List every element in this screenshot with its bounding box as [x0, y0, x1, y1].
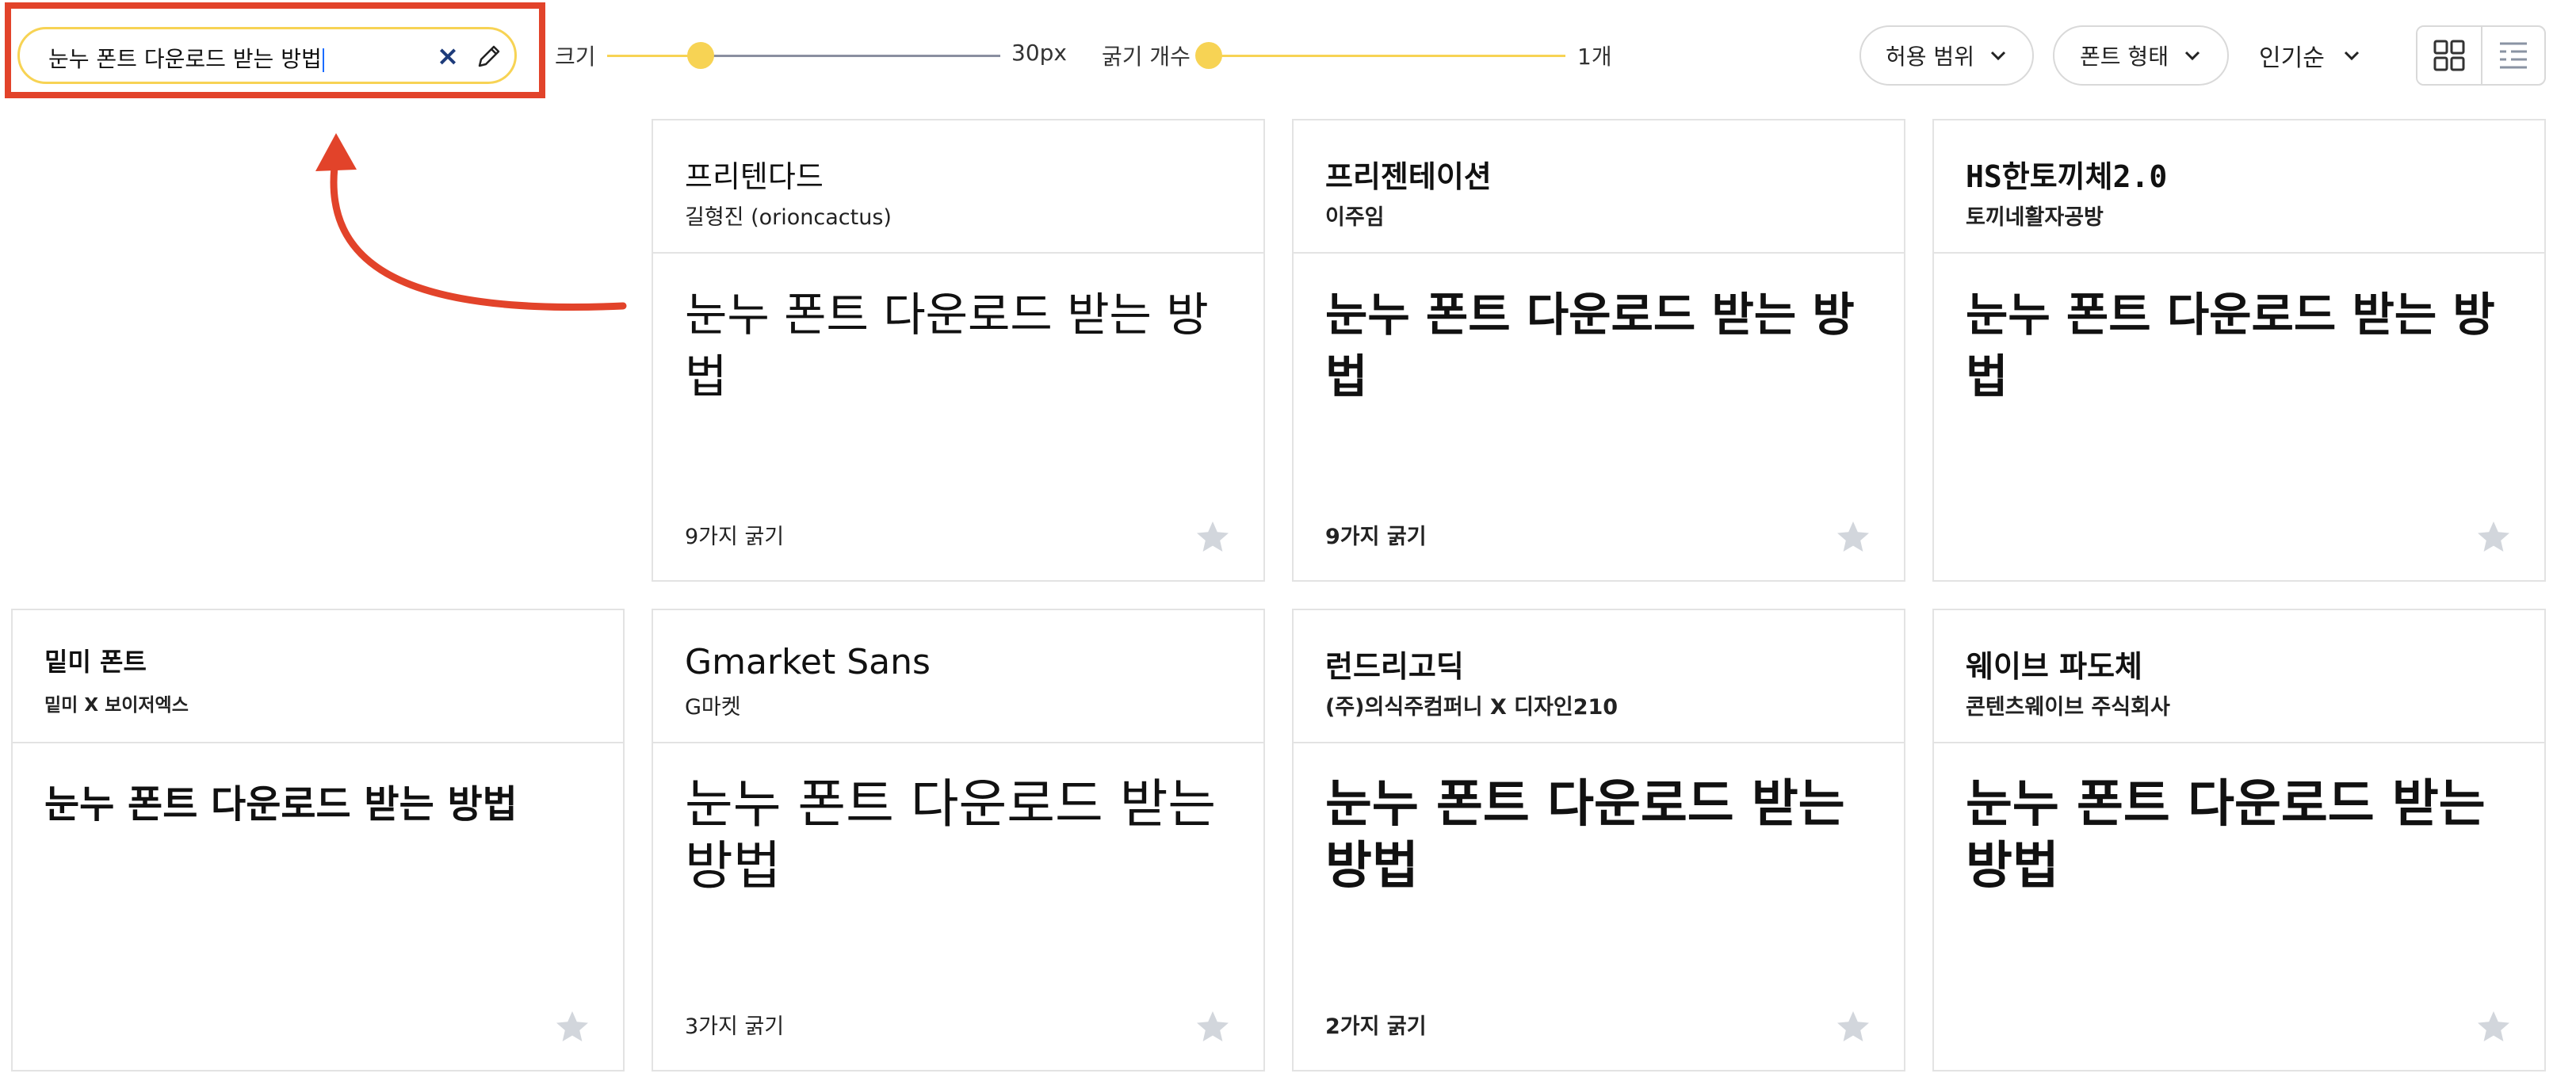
grid-view-icon	[2433, 40, 2465, 71]
weight-count: 9가지 굵기	[685, 525, 785, 549]
font-author: 길형진 (orioncactus)	[685, 205, 892, 230]
font-card[interactable]: 런드리고딕 (주)의식주컴퍼니 X 디자인210 눈누 폰트 다운로드 받는 방…	[1292, 609, 1905, 1071]
font-card[interactable]: Gmarket Sans G마켓 눈누 폰트 다운로드 받는 방법 3가지 굵기	[652, 609, 1265, 1071]
weight-count-value: 1개	[1577, 44, 1612, 70]
font-preview-text: 눈누 폰트 다운로드 받는 방법	[1966, 775, 2486, 896]
star-icon[interactable]	[1194, 518, 1232, 556]
sort-label: 인기순	[2259, 44, 2325, 72]
font-type-filter-label: 폰트 형태	[2080, 44, 2169, 70]
font-preview-text: 눈누 폰트 다운로드 받는 방법	[1325, 775, 1845, 896]
grid-view-button[interactable]	[2417, 27, 2481, 84]
star-icon[interactable]	[1834, 518, 1872, 556]
page: 눈누 폰트 다운로드 받는 방법 × 크기 30px 굵기 개수 1개 허용 범…	[0, 0, 2576, 1081]
star-icon[interactable]	[553, 1008, 591, 1046]
font-type-filter-dropdown[interactable]: 폰트 형태	[2053, 25, 2229, 86]
font-preview-text: 눈누 폰트 다운로드 받는 방법	[685, 288, 1209, 403]
size-value: 30px	[1011, 40, 1067, 66]
star-icon[interactable]	[2475, 1008, 2513, 1046]
card-header: 웨이브 파도체 콘텐츠웨이브 주식회사	[1934, 610, 2544, 743]
font-author: 밑미 X 보이저엑스	[44, 695, 189, 716]
star-icon[interactable]	[2475, 518, 2513, 556]
font-card[interactable]: 프리텐다드 길형진 (orioncactus) 눈누 폰트 다운로드 받는 방법…	[652, 119, 1265, 582]
font-author: 토끼네활자공방	[1966, 205, 2104, 230]
card-header: Gmarket Sans G마켓	[653, 610, 1263, 743]
font-card[interactable]: 웨이브 파도체 콘텐츠웨이브 주식회사 눈누 폰트 다운로드 받는 방법	[1932, 609, 2546, 1071]
weight-count: 3가지 굵기	[685, 1014, 785, 1039]
license-filter-label: 허용 범위	[1886, 44, 1974, 70]
font-author: (주)의식주컴퍼니 X 디자인210	[1325, 695, 1619, 720]
font-card[interactable]: 프리젠테이션 이주임 눈누 폰트 다운로드 받는 방법 9가지 굵기	[1292, 119, 1905, 582]
card-header: 런드리고딕 (주)의식주컴퍼니 X 디자인210	[1294, 610, 1904, 743]
font-author: G마켓	[685, 695, 741, 720]
font-preview-text: 눈누 폰트 다운로드 받는 방법	[1966, 288, 2495, 403]
chevron-down-icon	[1990, 51, 2006, 61]
chevron-down-icon	[2184, 51, 2200, 61]
font-card[interactable]: 밑미 폰트 밑미 X 보이저엑스 눈누 폰트 다운로드 받는 방법	[11, 609, 625, 1071]
font-name[interactable]: 런드리고딕	[1325, 642, 1464, 686]
star-icon[interactable]	[1194, 1008, 1232, 1046]
font-name[interactable]: 밑미 폰트	[44, 642, 147, 678]
font-name[interactable]: 프리텐다드	[685, 152, 824, 196]
chevron-down-icon	[2344, 51, 2359, 61]
font-name[interactable]: 프리젠테이션	[1325, 152, 1492, 196]
sort-dropdown[interactable]: 인기순	[2259, 25, 2361, 86]
font-name[interactable]: Gmarket Sans	[685, 642, 931, 682]
weight-count: 2가지 굵기	[1325, 1014, 1427, 1039]
font-card[interactable]: HS한토끼체2.0 토끼네활자공방 눈누 폰트 다운로드 받는 방법	[1932, 119, 2546, 582]
size-slider-handle[interactable]	[687, 42, 714, 69]
list-view-icon	[2499, 42, 2527, 69]
weight-slider-track[interactable]	[1209, 55, 1565, 57]
license-filter-dropdown[interactable]: 허용 범위	[1859, 25, 2034, 86]
font-preview-text: 눈누 폰트 다운로드 받는 방법	[44, 782, 518, 827]
card-header: 프리젠테이션 이주임	[1294, 120, 1904, 254]
view-toggle	[2416, 25, 2546, 86]
weight-count-label: 굵기 개수	[1102, 44, 1191, 70]
font-preview-text: 눈누 폰트 다운로드 받는 방법	[685, 774, 1217, 896]
card-header: HS한토끼체2.0 토끼네활자공방	[1934, 120, 2544, 254]
font-preview-text: 눈누 폰트 다운로드 받는 방법	[1325, 288, 1855, 403]
card-header: 프리텐다드 길형진 (orioncactus)	[653, 120, 1263, 254]
weight-slider-handle[interactable]	[1195, 42, 1222, 69]
font-name[interactable]: 웨이브 파도체	[1966, 642, 2142, 686]
star-icon[interactable]	[1834, 1008, 1872, 1046]
weight-count: 9가지 굵기	[1325, 525, 1427, 549]
card-header: 밑미 폰트 밑미 X 보이저엑스	[13, 610, 623, 743]
font-author: 이주임	[1325, 205, 1385, 230]
font-name[interactable]: HS한토끼체2.0	[1966, 152, 2167, 196]
font-author: 콘텐츠웨이브 주식회사	[1966, 695, 2170, 720]
annotation-arrow	[315, 133, 627, 311]
list-view-button[interactable]	[2480, 27, 2544, 84]
